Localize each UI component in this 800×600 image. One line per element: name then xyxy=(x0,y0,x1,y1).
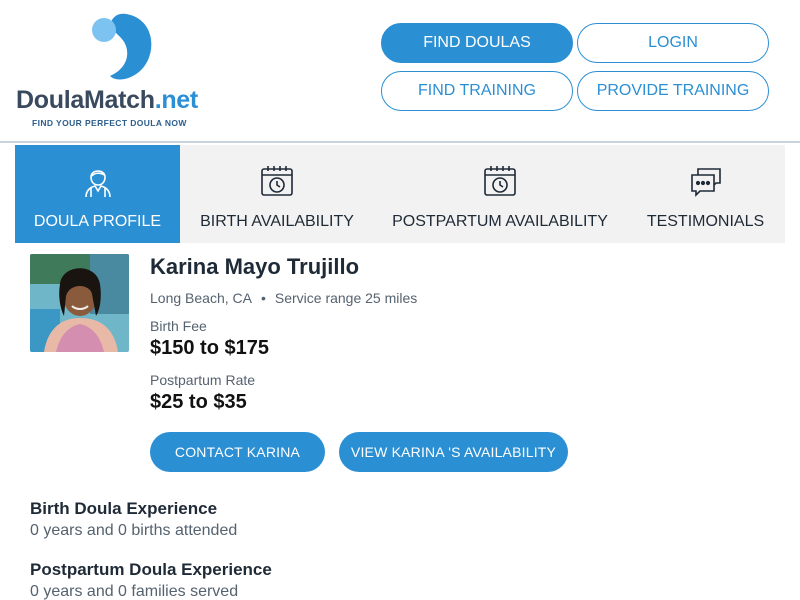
logo-tagline: FIND YOUR PERFECT DOULA NOW xyxy=(32,118,187,128)
location-line: Long Beach, CA • Service range 25 miles xyxy=(150,290,417,306)
calendar-clock-icon xyxy=(261,166,293,196)
tab-doula-profile[interactable]: DOULA PROFILE xyxy=(15,145,180,243)
postpartum-rate-value: $25 to $35 xyxy=(150,391,247,413)
tab-birth-availability[interactable]: BIRTH AVAILABILITY xyxy=(180,145,374,243)
birth-fee-label: Birth Fee xyxy=(150,318,207,334)
birth-experience-value: 0 years and 0 births attended xyxy=(30,522,238,539)
tab-label: TESTIMONIALS xyxy=(646,213,765,230)
calendar-clock-icon xyxy=(484,166,516,196)
postpartum-experience-title: Postpartum Doula Experience xyxy=(30,560,272,579)
doula-person-icon xyxy=(84,170,111,198)
birth-experience-title: Birth Doula Experience xyxy=(30,499,218,518)
site-header: DoulaMatch.net FIND YOUR PERFECT DOULA N… xyxy=(0,0,800,143)
profile-tabs: DOULA PROFILE BIRTH AVAILABILITY POSTPAR… xyxy=(15,145,785,243)
tab-label: POSTPARTUM AVAILABILITY xyxy=(392,213,608,230)
login-button[interactable]: LOGIN xyxy=(577,23,769,63)
separator-dot: • xyxy=(260,290,266,306)
tab-label: DOULA PROFILE xyxy=(33,213,162,230)
service-range-text: Service range 25 miles xyxy=(274,290,418,306)
chat-bubbles-icon xyxy=(690,168,721,197)
logo-wordmark: DoulaMatch.net xyxy=(16,86,198,114)
doula-avatar xyxy=(30,254,129,352)
location-text: Long Beach, CA xyxy=(150,290,252,306)
provide-training-button[interactable]: PROVIDE TRAINING xyxy=(577,71,769,111)
tab-label: BIRTH AVAILABILITY xyxy=(200,213,354,230)
doula-name: Karina Mayo Trujillo xyxy=(150,254,360,279)
view-availability-button[interactable]: VIEW KARINA 'S AVAILABILITY xyxy=(339,432,568,472)
tab-testimonials[interactable]: TESTIMONIALS xyxy=(626,145,785,243)
find-doulas-button[interactable]: FIND DOULAS xyxy=(381,23,573,63)
postpartum-rate-label: Postpartum Rate xyxy=(150,372,256,388)
contact-doula-button[interactable]: CONTACT KARINA xyxy=(150,432,325,472)
tab-postpartum-availability[interactable]: POSTPARTUM AVAILABILITY xyxy=(374,145,626,243)
find-training-button[interactable]: FIND TRAINING xyxy=(381,71,573,111)
logo-mark-icon xyxy=(92,13,152,80)
birth-fee-value: $150 to $175 xyxy=(150,337,269,359)
site-logo[interactable]: DoulaMatch.net FIND YOUR PERFECT DOULA N… xyxy=(16,10,226,135)
doula-photo xyxy=(30,254,129,352)
postpartum-experience-value: 0 years and 0 families served xyxy=(30,583,239,600)
